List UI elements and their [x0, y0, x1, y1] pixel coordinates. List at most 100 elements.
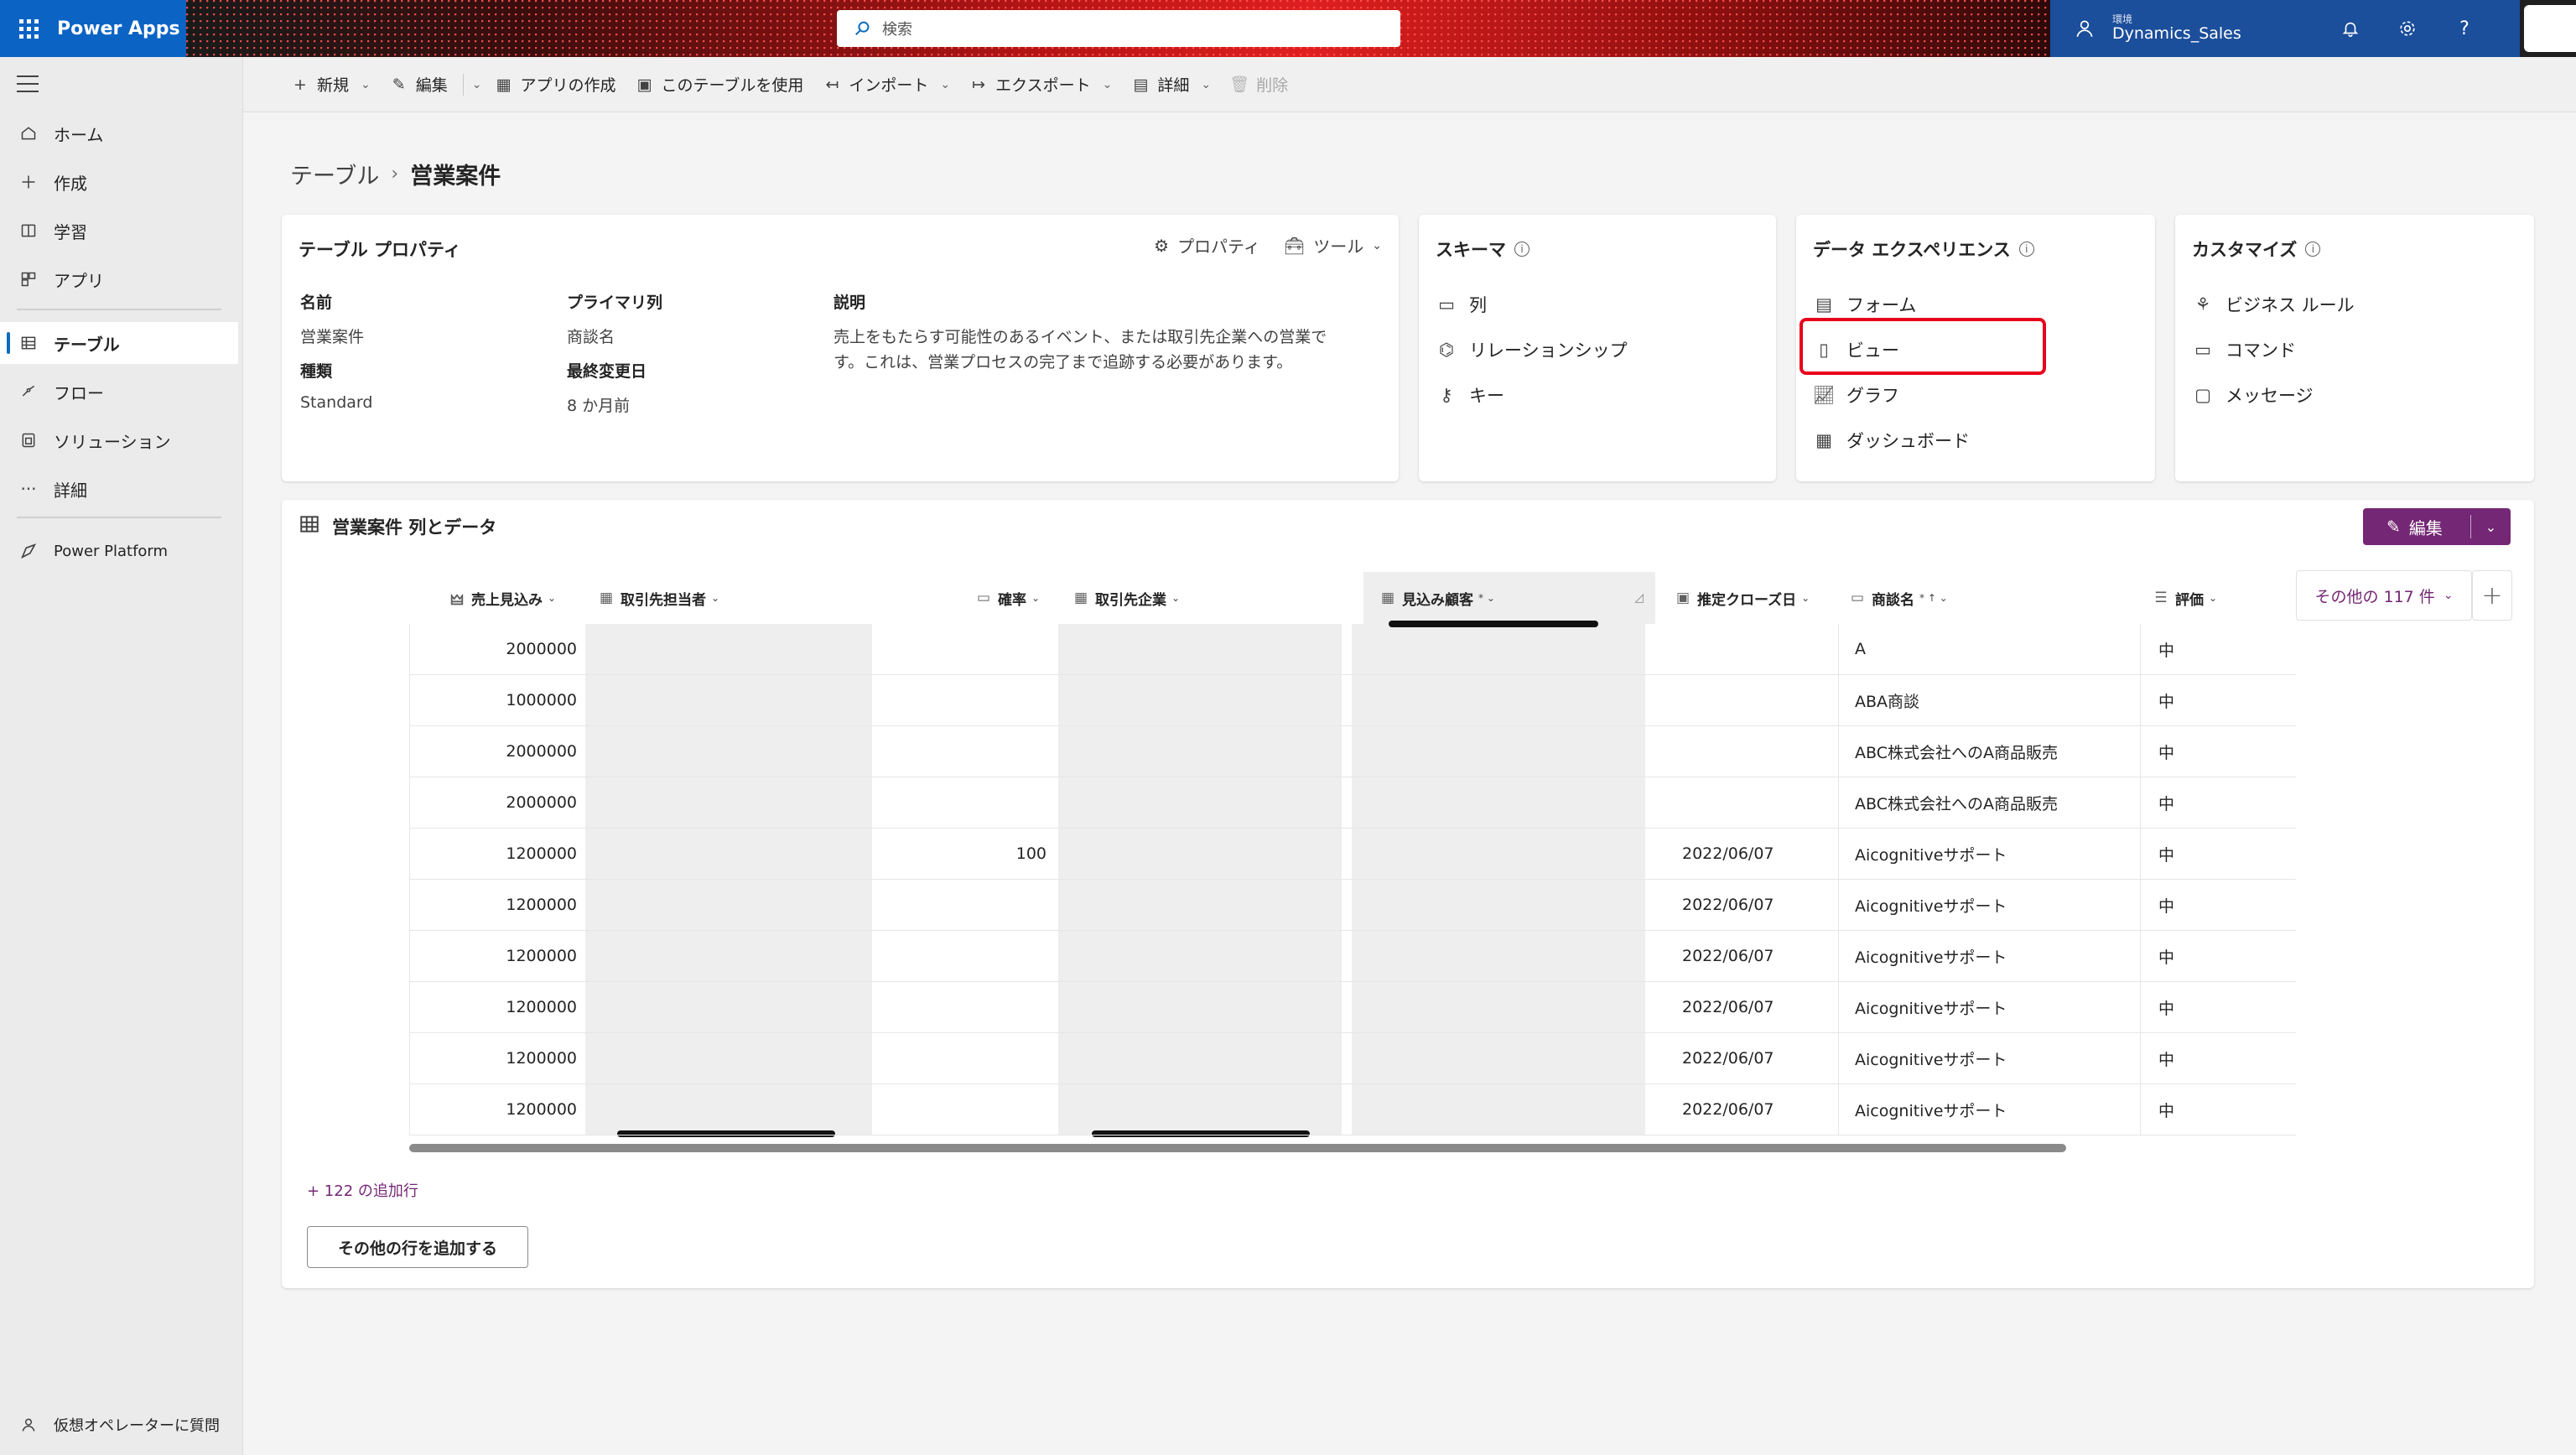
tools-button[interactable]: 🧰︎ ツール ⌄ — [1284, 233, 1382, 257]
revenue-cell[interactable]: 1200000 — [409, 880, 577, 930]
import-button[interactable]: ↤ インポート ⌄ — [813, 66, 960, 103]
edit-button[interactable]: ✎ 編集 — [381, 66, 458, 103]
nav-item-tables[interactable]: テーブル — [0, 322, 238, 364]
revenue-cell[interactable]: 1200000 — [409, 982, 577, 1032]
chevron-down-icon[interactable]: ⌄ — [2471, 519, 2511, 535]
nav-item-home[interactable]: ホーム — [0, 112, 238, 154]
bell-icon[interactable] — [2340, 18, 2361, 39]
rating-cell[interactable]: 中 — [2158, 931, 2174, 981]
edit-data-button[interactable]: ✎ 編集 ⌄ — [2363, 508, 2511, 545]
gear-icon[interactable] — [2397, 18, 2418, 39]
column-header-probability[interactable]: ▭ 確率 ⌄ — [976, 572, 1060, 624]
horizontal-scrollbar[interactable] — [409, 1144, 2066, 1152]
breadcrumb-tables-link[interactable]: テーブル — [290, 158, 379, 190]
rating-cell[interactable]: 中 — [2158, 1084, 2174, 1135]
add-column-button[interactable]: + — [2472, 570, 2512, 621]
revenue-cell[interactable]: 1200000 — [409, 931, 577, 981]
column-header-account[interactable]: ▦ 取引先企業 ⌄ — [1073, 572, 1241, 624]
probability-cell[interactable] — [879, 880, 1046, 930]
nav-item-learn[interactable]: 学習 — [0, 210, 238, 252]
search-input[interactable]: 検索 — [837, 10, 1400, 47]
rating-cell[interactable]: 中 — [2158, 726, 2174, 777]
name-cell[interactable]: ABC株式会社へのA商品販売 — [1855, 726, 2058, 777]
schema-link-relationships[interactable]: ⌬ リレーションシップ — [1437, 334, 1628, 366]
column-header-rating[interactable]: ☰ 評価 ⌄ — [2153, 572, 2254, 624]
nav-item-solutions[interactable]: ソリューション — [0, 419, 238, 461]
revenue-cell[interactable]: 1200000 — [409, 829, 577, 879]
revenue-cell[interactable]: 2000000 — [409, 624, 577, 674]
nav-item-create[interactable]: 作成 — [0, 161, 238, 203]
revenue-cell[interactable]: 1200000 — [409, 1033, 577, 1083]
name-cell[interactable]: ABC株式会社へのA商品販売 — [1855, 777, 2058, 828]
info-icon[interactable]: i — [2305, 242, 2321, 257]
resize-handle-icon[interactable]: ◿ — [1634, 591, 1644, 605]
table-row[interactable]: 2000000 A 中 — [409, 624, 2296, 675]
info-icon[interactable]: i — [2018, 242, 2034, 257]
table-row[interactable]: 2000000 ABC株式会社へのA商品販売 中 — [409, 726, 2296, 777]
table-row[interactable]: 1200000 2022/06/07 Aicognitiveサポート 中 — [409, 880, 2296, 931]
name-cell[interactable]: Aicognitiveサポート — [1855, 829, 2007, 879]
data-experience-link-charts[interactable]: 📈︎ グラフ — [1813, 379, 1970, 411]
name-cell[interactable]: Aicognitiveサポート — [1855, 931, 2007, 981]
more-columns-button[interactable]: その他の 117 件 ⌄ — [2296, 570, 2472, 621]
name-cell[interactable]: Aicognitiveサポート — [1855, 1033, 2007, 1083]
probability-cell[interactable] — [879, 982, 1046, 1032]
table-row[interactable]: 1200000 2022/06/07 Aicognitiveサポート 中 — [409, 931, 2296, 982]
probability-cell[interactable]: 100 — [879, 829, 1046, 879]
schema-link-columns[interactable]: ▭ 列 — [1437, 288, 1628, 320]
nav-item-apps[interactable]: アプリ — [0, 258, 238, 300]
properties-button[interactable]: ⚙ プロパティ — [1154, 233, 1260, 257]
app-name[interactable]: Power Apps — [57, 18, 180, 39]
probability-cell[interactable] — [879, 1084, 1046, 1135]
revenue-cell[interactable]: 2000000 — [409, 777, 577, 828]
table-row[interactable]: 1000000 ABA商談 中 — [409, 675, 2296, 726]
revenue-cell[interactable]: 1000000 — [409, 675, 577, 725]
probability-cell[interactable] — [879, 1033, 1046, 1083]
probability-cell[interactable] — [879, 675, 1046, 725]
table-row[interactable]: 2000000 ABC株式会社へのA商品販売 中 — [409, 777, 2296, 829]
customize-link-commands[interactable]: ▭ コマンド — [2194, 334, 2355, 366]
data-experience-link-forms[interactable]: ▤ フォーム — [1815, 288, 1970, 320]
column-header-name[interactable]: ▭ 商談名 * ↑ ⌄ — [1850, 572, 2018, 624]
rating-cell[interactable]: 中 — [2158, 1033, 2174, 1083]
export-button[interactable]: ↦ エクスポート ⌄ — [960, 66, 1122, 103]
revenue-cell[interactable]: 1200000 — [409, 1084, 577, 1135]
rating-cell[interactable]: 中 — [2158, 982, 2174, 1032]
rating-cell[interactable]: 中 — [2158, 777, 2174, 828]
table-row[interactable]: 1200000 100 2022/06/07 Aicognitiveサポート 中 — [409, 829, 2296, 880]
column-header-customer[interactable]: ▦ 見込み顧客 * ⌄ ◿ — [1363, 572, 1655, 624]
nav-item-flows[interactable]: フロー — [0, 371, 238, 413]
rating-cell[interactable]: 中 — [2158, 675, 2174, 725]
new-button[interactable]: + 新規 ⌄ — [282, 66, 381, 103]
virtual-agent-link[interactable]: 仮想オペレーターに質問 — [0, 1408, 243, 1442]
close-date-cell[interactable]: 2022/06/07 — [1682, 1033, 1774, 1083]
column-header-revenue[interactable]: 🜲︎ 売上見込み ⌄ — [449, 572, 584, 624]
customize-link-business-rules[interactable]: ⚘ ビジネス ルール — [2194, 288, 2355, 320]
close-date-cell[interactable]: 2022/06/07 — [1682, 931, 1774, 981]
name-cell[interactable]: A — [1855, 624, 1866, 674]
close-date-cell[interactable]: 2022/06/07 — [1682, 829, 1774, 879]
rating-cell[interactable]: 中 — [2158, 829, 2174, 879]
table-row[interactable]: 1200000 2022/06/07 Aicognitiveサポート 中 — [409, 1084, 2296, 1135]
close-date-cell[interactable]: 2022/06/07 — [1682, 1084, 1774, 1135]
details-button[interactable]: ▤ 詳細 ⌄ — [1122, 66, 1221, 103]
app-launcher-icon[interactable] — [0, 0, 57, 57]
close-date-cell[interactable]: 2022/06/07 — [1682, 982, 1774, 1032]
use-table-button[interactable]: ▣ このテーブルを使用 — [626, 66, 814, 103]
probability-cell[interactable] — [879, 777, 1046, 828]
schema-link-keys[interactable]: ⚷ キー — [1437, 379, 1628, 411]
probability-cell[interactable] — [879, 931, 1046, 981]
data-experience-link-dashboards[interactable]: ▦ ダッシュボード — [1815, 424, 1970, 456]
rating-cell[interactable]: 中 — [2158, 624, 2174, 674]
name-cell[interactable]: Aicognitiveサポート — [1855, 880, 2007, 930]
help-icon[interactable]: ? — [2454, 18, 2475, 39]
avatar[interactable] — [2524, 5, 2576, 52]
edit-dropdown-button[interactable]: ⌄ — [469, 66, 486, 103]
add-more-rows-button[interactable]: その他の行を追加する — [307, 1226, 528, 1268]
column-header-contact[interactable]: ▦ 取引先担当者 ⌄ — [599, 572, 783, 624]
nav-item-power-platform[interactable]: Power Platform — [0, 530, 238, 572]
probability-cell[interactable] — [879, 726, 1046, 777]
name-cell[interactable]: Aicognitiveサポート — [1855, 1084, 2007, 1135]
additional-rows-link[interactable]: + 122 の追加行 — [307, 1179, 418, 1201]
name-cell[interactable]: Aicognitiveサポート — [1855, 982, 2007, 1032]
